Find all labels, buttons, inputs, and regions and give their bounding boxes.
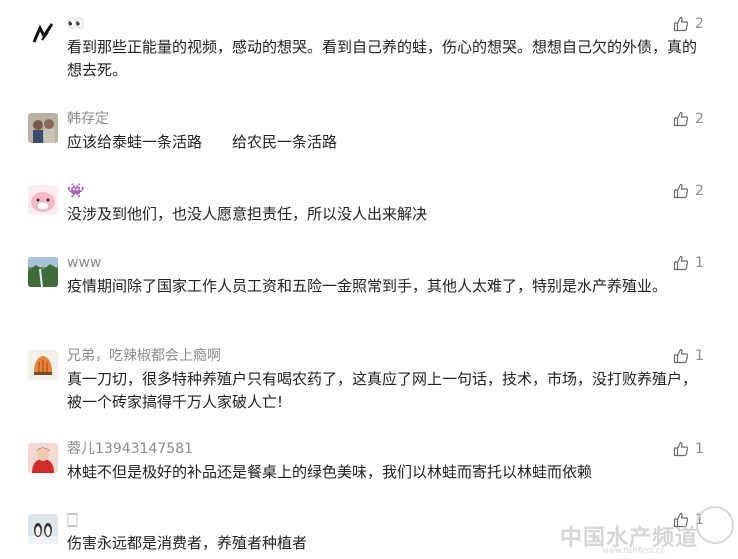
like-button[interactable]: 1 (673, 440, 704, 458)
like-count: 1 (695, 441, 704, 457)
thumbs-up-icon (673, 16, 689, 32)
thumbs-up-icon (673, 348, 689, 364)
thumbs-up-icon (673, 441, 689, 457)
avatar[interactable] (28, 514, 58, 544)
comment-text: 林蛙不但是极好的补品还是餐桌上的绿色美味，我们以林蛙而寄托以林蛙而依赖 (67, 463, 593, 481)
avatar[interactable] (28, 257, 58, 287)
comment-text: 真一刀切，很多特种养殖户只有喝农药了，这真应了网上一句话，技术，市场，没打败养殖… (67, 370, 698, 411)
like-button[interactable]: 1 (673, 347, 704, 365)
commenter-name[interactable]: 蓉儿13943147581 (67, 440, 193, 458)
avatar[interactable] (28, 113, 58, 143)
commenter-name[interactable]: www (67, 254, 101, 272)
watermark-seal (696, 506, 734, 544)
comment-text: 应该给泰蛙一条活路 给农民一条活路 (67, 133, 338, 151)
commenter-name[interactable]: 👀 (67, 15, 84, 33)
commenter-name[interactable]: 👾 (67, 182, 84, 200)
like-button[interactable]: 1 (673, 254, 704, 272)
like-button[interactable]: 2 (673, 182, 704, 200)
like-button[interactable]: 2 (673, 110, 704, 128)
thumbs-up-icon (673, 111, 689, 127)
like-count: 2 (695, 183, 704, 199)
comment-text: 看到那些正能量的视频，感动的想哭。看到自己养的蛙，伤心的想哭。想想自己欠的外债，… (67, 38, 698, 79)
avatar[interactable] (28, 443, 58, 473)
like-count: 2 (695, 16, 704, 32)
commenter-name[interactable]: 🀆 (67, 511, 78, 529)
comment-text: 没涉及到他们，也没人愿意担责任，所以没人出来解决 (67, 205, 428, 223)
avatar[interactable] (28, 185, 58, 215)
like-button[interactable]: 2 (673, 15, 704, 33)
like-count: 2 (695, 111, 704, 127)
like-count: 1 (695, 255, 704, 271)
avatar[interactable] (28, 18, 58, 48)
thumbs-up-icon (673, 183, 689, 199)
commenter-name[interactable]: 韩存定 (67, 110, 109, 128)
thumbs-up-icon (673, 255, 689, 271)
like-count: 1 (695, 348, 704, 364)
comment-text: 疫情期间除了国家工作人员工资和五险一金照常到手，其他人太难了，特别是水产养殖业。 (67, 277, 668, 295)
watermark-url: www.fishfirst.cn (602, 546, 666, 555)
commenter-name[interactable]: 兄弟，吃辣椒都会上瘾啊 (67, 347, 221, 365)
avatar[interactable] (28, 350, 58, 380)
